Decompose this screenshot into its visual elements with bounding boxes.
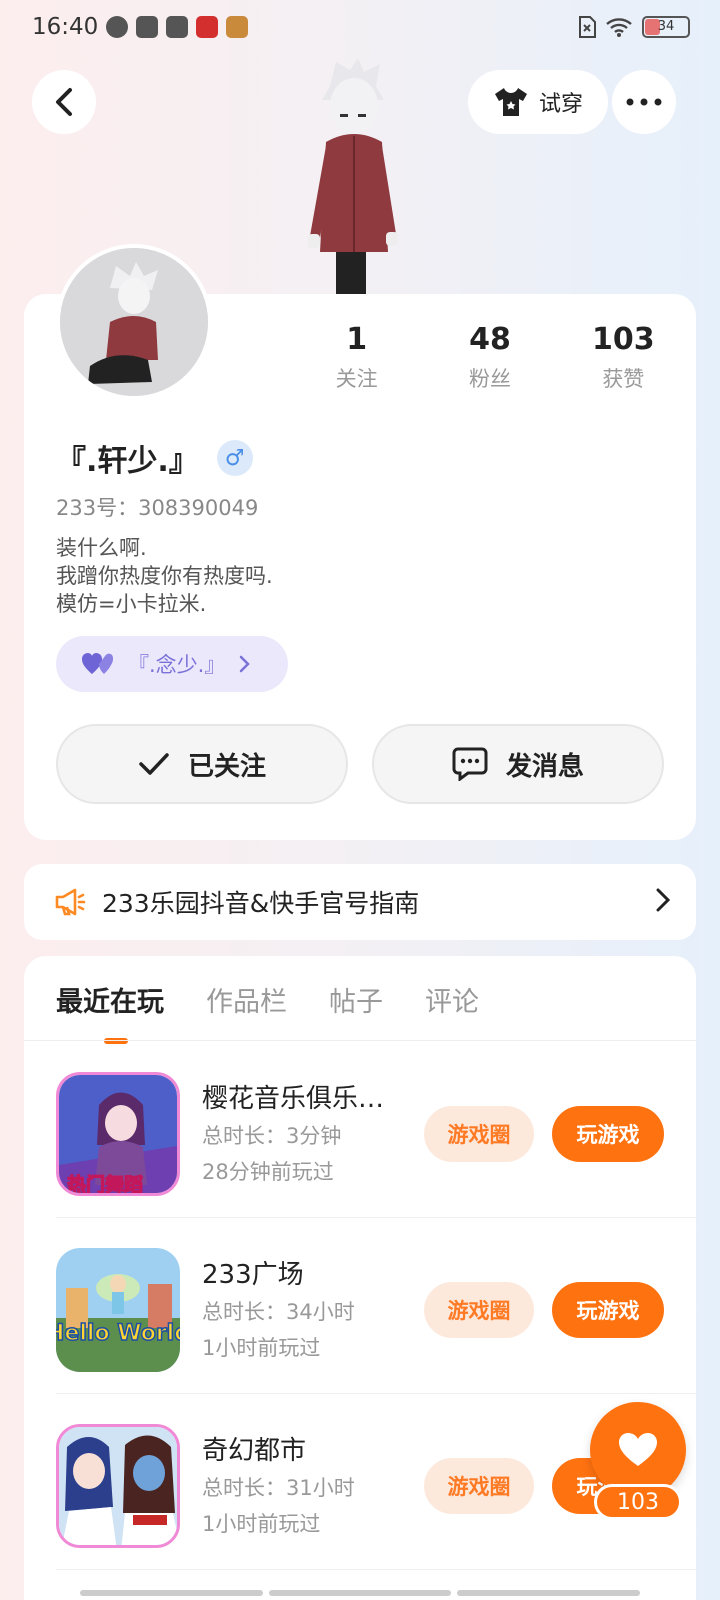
game-row[interactable]: Hello World 233广场 总时长：34小时 1小时前玩过 游戏圈 玩游… bbox=[24, 1218, 696, 1394]
bio-line: 装什么啊. bbox=[56, 536, 147, 560]
try-on-button[interactable]: 试穿 bbox=[468, 70, 608, 134]
avatar-image bbox=[60, 248, 208, 396]
male-gender-icon: ♂ bbox=[216, 440, 253, 476]
notice-banner[interactable]: 233乐园抖音&快手官号指南 bbox=[24, 864, 696, 940]
game-icon-text: Hello World bbox=[56, 1321, 180, 1346]
chevron-right-icon bbox=[240, 655, 251, 673]
more-dots-icon bbox=[626, 98, 662, 106]
tabs-divider bbox=[24, 1040, 696, 1041]
avatar[interactable] bbox=[56, 244, 212, 400]
chat-bubble-icon bbox=[452, 747, 488, 781]
game-last-played: 1小时前玩过 bbox=[202, 1336, 321, 1360]
notice-text: 233乐园抖音&快手官号指南 bbox=[102, 889, 420, 918]
bio-line: 模仿=小卡拉米. bbox=[56, 592, 207, 616]
avatar-3d-figure bbox=[308, 58, 398, 296]
tshirt-icon bbox=[494, 88, 527, 116]
stat-fans[interactable]: 48 粉丝 bbox=[423, 322, 556, 393]
more-button[interactable] bbox=[612, 70, 676, 134]
game-last-played: 1小时前玩过 bbox=[202, 1512, 321, 1536]
play-game-button[interactable]: 玩游戏 bbox=[552, 1106, 664, 1162]
tab-comments[interactable]: 评论 bbox=[425, 980, 479, 1019]
game-title: 樱花音乐俱乐… bbox=[202, 1084, 385, 1114]
send-message-button[interactable]: 发消息 bbox=[372, 724, 664, 804]
game-row[interactable]: 热门舞蹈 樱花音乐俱乐… 总时长：3分钟 28分钟前玩过 游戏圈 玩游戏 bbox=[24, 1042, 696, 1218]
game-circle-button[interactable]: 游戏圈 bbox=[424, 1106, 534, 1162]
stat-likes[interactable]: 103 获赞 bbox=[557, 322, 690, 393]
row-divider bbox=[56, 1569, 696, 1570]
tab-recently-played[interactable]: 最近在玩 bbox=[56, 980, 164, 1044]
stat-label: 关注 bbox=[335, 367, 378, 391]
stat-value: 1 bbox=[346, 322, 368, 357]
status-bar: 16:40 34 bbox=[0, 0, 720, 56]
app-notification-icon bbox=[196, 16, 218, 38]
tab-posts[interactable]: 帖子 bbox=[329, 980, 383, 1019]
user-bio: 装什么啊. 我蹭你热度你有热度吗. 模仿=小卡拉米. bbox=[56, 534, 273, 618]
try-on-label: 试穿 bbox=[538, 92, 583, 117]
battery-indicator: 34 bbox=[642, 16, 690, 38]
game-icon[interactable]: Hello World bbox=[56, 1248, 180, 1372]
checkmark-icon bbox=[139, 753, 169, 775]
user-name-row: 『.轩少.』 ♂ bbox=[56, 436, 253, 480]
chevron-right-icon bbox=[656, 888, 670, 912]
chevron-left-icon bbox=[56, 88, 72, 116]
wifi-icon bbox=[606, 18, 632, 37]
user-id: 233号：308390049 bbox=[56, 496, 259, 520]
bottom-scroll-indicator bbox=[80, 1590, 641, 1596]
game-title: 233广场 bbox=[202, 1260, 304, 1290]
status-time: 16:40 bbox=[32, 14, 99, 40]
profile-tabs: 最近在玩 作品栏 帖子 评论 bbox=[56, 980, 479, 1044]
stat-value: 48 bbox=[469, 322, 511, 357]
like-count: 103 bbox=[594, 1484, 682, 1520]
game-last-played: 28分钟前玩过 bbox=[202, 1160, 334, 1184]
followed-label: 已关注 bbox=[187, 751, 266, 782]
game-icon-text: 热门舞蹈 bbox=[67, 1173, 143, 1196]
tab-works[interactable]: 作品栏 bbox=[206, 980, 287, 1019]
back-button[interactable] bbox=[32, 70, 96, 134]
game-icon[interactable] bbox=[56, 1424, 180, 1548]
couple-name: 『.念少.』 bbox=[128, 653, 226, 677]
notification-icons bbox=[106, 16, 248, 38]
user-name: 『.轩少.』 bbox=[56, 444, 199, 479]
couple-tag[interactable]: 『.念少.』 bbox=[56, 636, 288, 692]
app-notification-icon bbox=[226, 16, 248, 38]
followed-button[interactable]: 已关注 bbox=[56, 724, 348, 804]
profile-stats: 1 关注 48 粉丝 103 获赞 bbox=[290, 322, 690, 393]
stat-following[interactable]: 1 关注 bbox=[290, 322, 423, 393]
message-label: 发消息 bbox=[505, 751, 584, 782]
game-duration: 总时长：34小时 bbox=[202, 1300, 355, 1324]
bio-line: 我蹭你热度你有热度吗. bbox=[56, 564, 273, 588]
game-icon[interactable]: 热门舞蹈 bbox=[56, 1072, 180, 1196]
app-notification-icon bbox=[136, 16, 158, 38]
game-title: 奇幻都市 bbox=[202, 1436, 307, 1466]
game-duration: 总时长：3分钟 bbox=[202, 1124, 342, 1148]
megaphone-icon bbox=[55, 888, 86, 916]
app-notification-icon bbox=[166, 16, 188, 38]
app-notification-icon bbox=[106, 16, 128, 38]
double-heart-icon bbox=[82, 653, 114, 674]
stat-label: 获赞 bbox=[602, 367, 645, 391]
game-circle-button[interactable]: 游戏圈 bbox=[424, 1282, 534, 1338]
game-row[interactable]: 奇幻都市 总时长：31小时 1小时前玩过 游戏圈 玩游戏 bbox=[24, 1394, 696, 1570]
game-duration: 总时长：31小时 bbox=[202, 1476, 355, 1500]
sim-icon bbox=[579, 16, 596, 38]
play-game-button[interactable]: 玩游戏 bbox=[552, 1282, 664, 1338]
stat-value: 103 bbox=[592, 322, 655, 357]
heart-icon bbox=[619, 1433, 657, 1466]
stat-label: 粉丝 bbox=[468, 367, 511, 391]
game-circle-button[interactable]: 游戏圈 bbox=[424, 1458, 534, 1514]
